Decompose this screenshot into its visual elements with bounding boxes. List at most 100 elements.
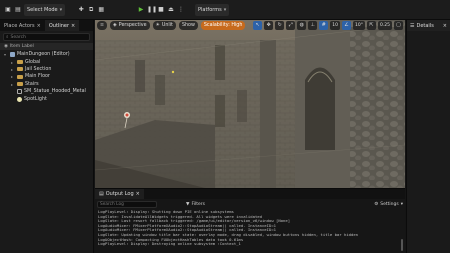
- details-icon: ☰: [410, 22, 415, 29]
- chevron-down-icon: ▾: [59, 7, 63, 13]
- outliner-row[interactable]: ▸ Main Floor: [0, 73, 93, 80]
- blueprint-icon[interactable]: ⧉: [87, 6, 95, 14]
- log-filter-bar: Search Log ▼ Filters ⚙ Settings ▾: [95, 199, 405, 209]
- close-icon[interactable]: ×: [443, 23, 447, 29]
- tab-output-log-label: Output Log: [105, 191, 134, 197]
- more-options-icon[interactable]: ⋮: [177, 6, 185, 14]
- folder-icon: [17, 67, 23, 72]
- outliner-row[interactable]: ▸ Global: [0, 58, 93, 65]
- grid-size-value[interactable]: 10: [330, 21, 340, 30]
- expand-arrow-icon[interactable]: ▸: [11, 67, 15, 72]
- select-mode-label: Select Mode: [27, 7, 58, 13]
- grid-snap-icon[interactable]: #: [319, 21, 329, 30]
- log-scrollbar[interactable]: [401, 239, 403, 251]
- scale-snap-icon[interactable]: ⇱: [366, 21, 376, 30]
- log-search-placeholder: Search Log: [100, 201, 124, 207]
- viewport-transform-tools: ↖ ✥ ↻ ⤢ ◍ ⊥ # 10 ∠ 10° ⇱ 0.25 ▢: [253, 21, 403, 30]
- snap-surface-icon[interactable]: ⊥: [308, 21, 318, 30]
- folder-icon: [17, 74, 23, 79]
- filters-label: Filters: [191, 201, 205, 207]
- select-tool-icon[interactable]: ↖: [253, 21, 263, 30]
- platforms-button[interactable]: Platforms ▾: [195, 4, 230, 16]
- item-label-header: Item Label: [9, 44, 34, 49]
- outliner-tree: ▾ MainDungeon (Editor) ▸ Global ▸ Jail Sectio…: [0, 50, 93, 103]
- outliner-panel: Place Actors × Outliner × ⌕ Search ◉ Ite…: [0, 20, 94, 253]
- tab-place-actors[interactable]: Place Actors ×: [0, 20, 45, 31]
- content-icon[interactable]: ▤: [14, 6, 22, 14]
- view-mode-button[interactable]: ☀ Unlit: [152, 21, 176, 30]
- main-toolbar: ▣ ▤ Select Mode ▾ ✚ ⧉ ▦ ▶ ❚❚ ■ ⏏ ⋮ Platf…: [0, 0, 450, 20]
- view-mode-label: Unlit: [161, 23, 173, 28]
- log-search-input[interactable]: Search Log: [97, 200, 157, 208]
- save-icon[interactable]: ▣: [4, 6, 12, 14]
- scene-render: [95, 20, 405, 188]
- outliner-row-label: Main Floor: [25, 74, 50, 80]
- tab-output-log[interactable]: ▤ Output Log ×: [95, 189, 144, 199]
- folder-icon: [17, 82, 23, 87]
- spotlight-icon: [17, 96, 22, 102]
- log-line: LogPlayLevel: Display: Destroying online…: [98, 241, 241, 247]
- select-mode-button[interactable]: Select Mode ▾: [24, 4, 66, 16]
- scale-tool-icon[interactable]: ⤢: [286, 21, 296, 30]
- outliner-row-label: Stairs: [25, 81, 39, 87]
- search-placeholder: Search: [10, 34, 26, 40]
- perspective-label: Perspective: [118, 23, 147, 28]
- expand-arrow-icon[interactable]: ▸: [11, 60, 15, 65]
- add-actor-icon[interactable]: ✚: [77, 6, 85, 14]
- stop-icon[interactable]: ■: [157, 6, 165, 14]
- perspective-button[interactable]: ◈ Perspective: [110, 21, 150, 30]
- platforms-label: Platforms: [198, 7, 222, 13]
- close-icon[interactable]: ×: [136, 191, 140, 197]
- chevron-down-icon: ▾: [400, 201, 403, 207]
- gear-icon: ⚙: [374, 201, 379, 207]
- rotate-tool-icon[interactable]: ↻: [275, 21, 285, 30]
- eject-icon[interactable]: ⏏: [167, 6, 175, 14]
- outliner-column-header[interactable]: ◉ Item Label: [0, 43, 93, 50]
- output-log-panel: ▤ Output Log × Search Log ▼ Filters ⚙ Se…: [95, 188, 405, 253]
- close-icon[interactable]: ×: [71, 23, 75, 29]
- folder-icon: [17, 60, 23, 65]
- tab-place-actors-label: Place Actors: [4, 22, 35, 29]
- scalability-badge[interactable]: Scalability: High: [200, 21, 246, 30]
- settings-label: Settings: [380, 201, 399, 207]
- tab-outliner-label: Outliner: [48, 22, 70, 29]
- outliner-row[interactable]: ▸ Stairs: [0, 81, 93, 88]
- play-icon[interactable]: ▶: [137, 6, 145, 14]
- perspective-icon: ◈: [113, 23, 117, 28]
- outliner-row-label: MainDungeon (Editor): [17, 52, 70, 58]
- expand-arrow-icon[interactable]: ▾: [4, 52, 8, 57]
- outliner-search-input[interactable]: ⌕ Search: [3, 33, 90, 41]
- tab-details-label: Details: [416, 22, 434, 29]
- translate-tool-icon[interactable]: ✥: [264, 21, 274, 30]
- outliner-row[interactable]: ▾ MainDungeon (Editor): [0, 51, 93, 58]
- visibility-icon: ◉: [4, 44, 8, 49]
- pause-icon[interactable]: ❚❚: [147, 6, 157, 14]
- camera-speed-value[interactable]: 0.25: [377, 21, 392, 30]
- show-button[interactable]: Show: [178, 21, 198, 30]
- tab-outliner[interactable]: Outliner ×: [44, 20, 80, 31]
- maximize-icon[interactable]: ▢: [394, 21, 403, 30]
- left-tabs: Place Actors × Outliner ×: [0, 20, 93, 31]
- outliner-row[interactable]: SM_Statue_Hooded_Metal: [0, 88, 93, 95]
- close-icon[interactable]: ×: [37, 23, 41, 29]
- level-viewport[interactable]: ≡ ◈ Perspective ☀ Unlit Show Scalability…: [95, 20, 405, 188]
- expand-arrow-icon[interactable]: ▸: [11, 74, 15, 79]
- static-mesh-icon: [17, 89, 22, 95]
- sequencer-icon[interactable]: ▦: [97, 6, 105, 14]
- outliner-row-label: Jail Section: [25, 66, 52, 72]
- outliner-row-label: Global: [25, 59, 41, 65]
- outliner-row[interactable]: SpotLight: [0, 95, 93, 102]
- settings-button[interactable]: ⚙ Settings ▾: [374, 201, 403, 208]
- filters-button[interactable]: ▼ Filters: [186, 201, 205, 208]
- filter-icon: ▼: [186, 201, 190, 207]
- output-log-icon: ▤: [99, 191, 104, 197]
- outliner-row[interactable]: ▸ Jail Section: [0, 66, 93, 73]
- world-local-icon[interactable]: ◍: [297, 21, 307, 30]
- viewport-menu-button[interactable]: ≡: [97, 21, 108, 30]
- sun-icon: ☀: [155, 23, 160, 28]
- rotate-snap-icon[interactable]: ∠: [341, 21, 351, 30]
- expand-arrow-icon[interactable]: ▸: [11, 82, 15, 87]
- rotation-snap-value[interactable]: 10°: [352, 21, 365, 30]
- search-icon: ⌕: [6, 35, 9, 40]
- tab-details[interactable]: ☰ Details ×: [407, 20, 450, 31]
